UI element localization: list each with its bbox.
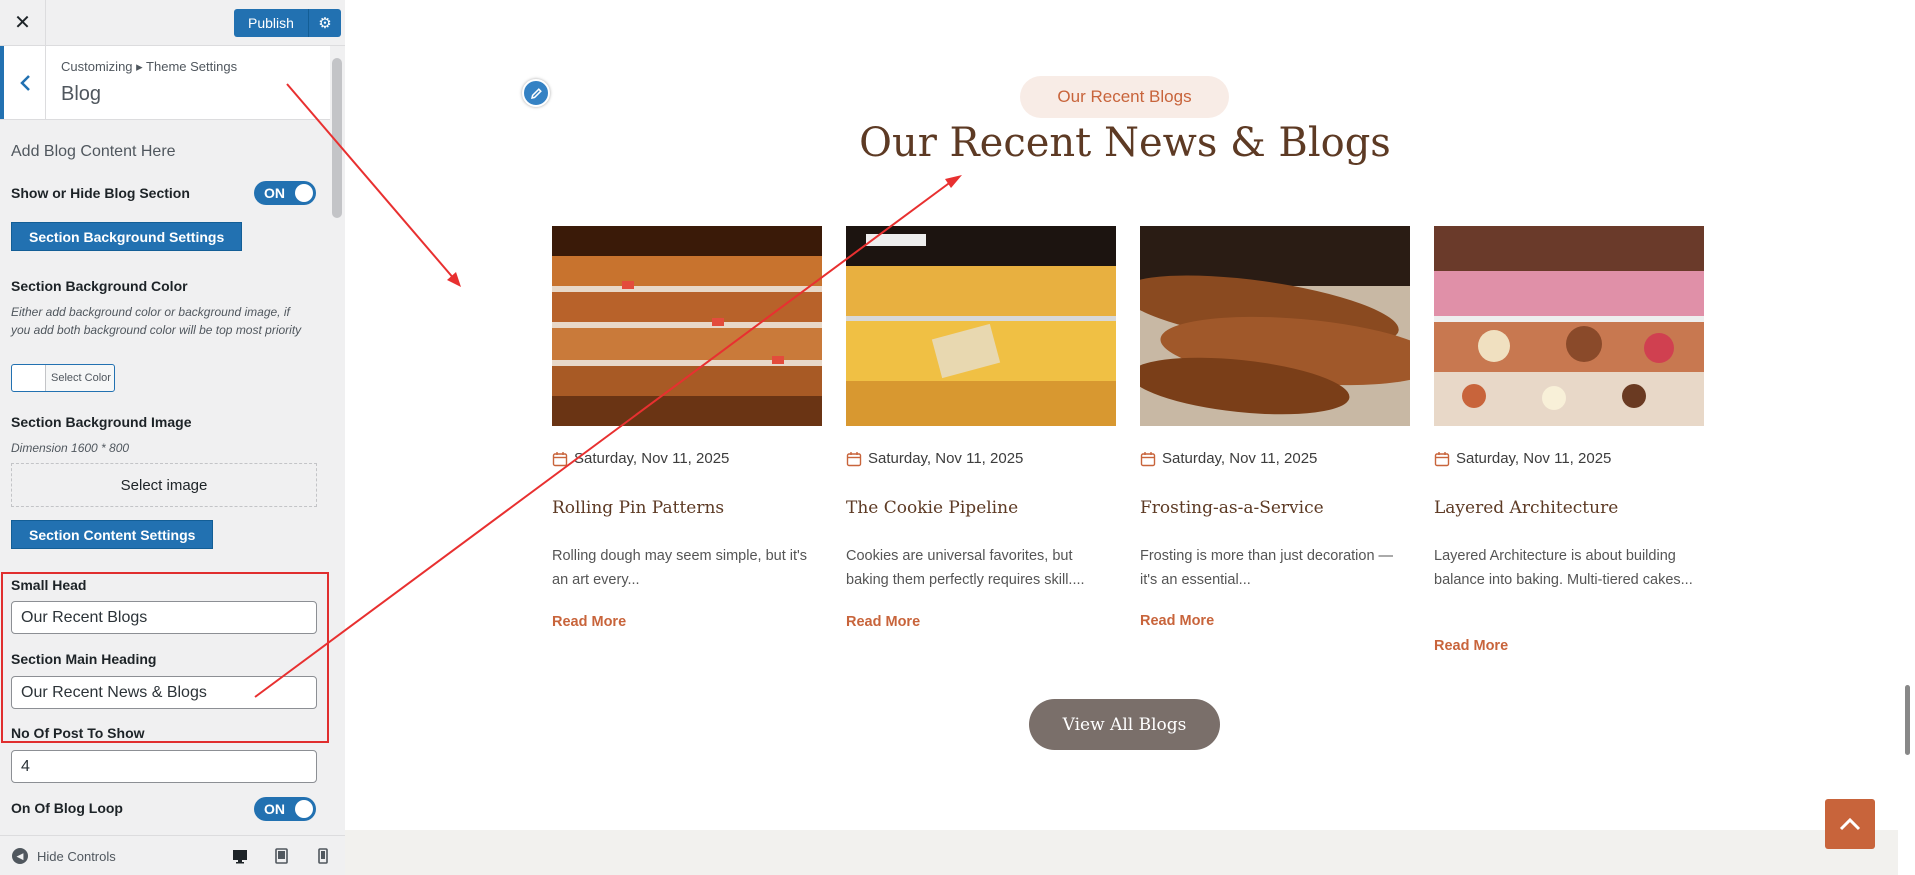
read-more-link[interactable]: Read More	[1140, 613, 1214, 629]
blog-loop-toggle[interactable]: ON	[254, 797, 316, 821]
calendar-icon	[846, 451, 862, 466]
post-excerpt: Cookies are universal favorites, but bak…	[846, 548, 1085, 588]
bg-image-dimension: Dimension 1600 * 800	[11, 441, 130, 455]
post-excerpt: Rolling dough may seem simple, but it's …	[552, 548, 808, 588]
calendar-icon	[552, 451, 568, 466]
read-more-link[interactable]: Read More	[1434, 638, 1508, 654]
show-hide-toggle[interactable]: ON	[254, 181, 316, 205]
post-title[interactable]: Layered Architecture	[1434, 498, 1618, 518]
content-settings-button[interactable]: Section Content Settings	[11, 520, 214, 549]
blog-card: Saturday, Nov 11, 2025 Frosting-as-a-Ser…	[1140, 226, 1410, 629]
hide-controls-button[interactable]: ◀ Hide Controls	[12, 848, 116, 864]
publish-button[interactable]: Publish	[234, 9, 308, 37]
post-title[interactable]: The Cookie Pipeline	[846, 498, 1018, 518]
posts-count-input[interactable]	[11, 750, 317, 783]
post-date-text: Saturday, Nov 11, 2025	[868, 450, 1024, 467]
post-date-text: Saturday, Nov 11, 2025	[1162, 450, 1318, 467]
hide-controls-label: Hide Controls	[37, 848, 116, 864]
read-more-link[interactable]: Read More	[846, 614, 920, 630]
calendar-icon	[1434, 451, 1450, 466]
customizer-header: ✕ Publish ⚙	[0, 0, 345, 46]
select-color-label: Select Color	[51, 372, 111, 384]
bg-image-label: Section Background Image	[11, 414, 192, 430]
cake-display-photo[interactable]	[1434, 226, 1704, 426]
toggle-knob	[295, 184, 313, 202]
collapse-icon: ◀	[12, 848, 28, 864]
small-head-input[interactable]	[11, 601, 317, 634]
mobile-icon[interactable]	[314, 847, 332, 865]
section-title: Blog	[61, 83, 102, 105]
read-more-link[interactable]: Read More	[552, 614, 626, 630]
customizer-footer: ◀ Hide Controls	[0, 835, 345, 875]
blog-main-heading: Our Recent News & Blogs	[859, 120, 1391, 166]
post-date-text: Saturday, Nov 11, 2025	[1456, 450, 1612, 467]
main-heading-label: Section Main Heading	[11, 651, 157, 667]
select-color-button[interactable]: Select Color	[11, 364, 115, 392]
chevron-up-icon	[1839, 817, 1861, 831]
baguettes-photo[interactable]	[1140, 226, 1410, 426]
footer-strip	[345, 830, 1898, 875]
toggle-state: ON	[264, 801, 285, 817]
post-title[interactable]: Rolling Pin Patterns	[552, 498, 724, 518]
customizer-sidebar: ✕ Publish ⚙ Customizing ▸ Theme Settings…	[0, 0, 346, 875]
add-content-heading: Add Blog Content Here	[11, 143, 176, 160]
close-icon: ✕	[14, 12, 31, 34]
publish-settings-button[interactable]: ⚙	[307, 9, 341, 37]
posts-count-label: No Of Post To Show	[11, 725, 145, 741]
pencil-icon	[530, 87, 542, 99]
small-head-label: Small Head	[11, 577, 87, 593]
blog-card: Saturday, Nov 11, 2025 The Cookie Pipeli…	[846, 226, 1116, 630]
bg-color-label: Section Background Color	[11, 278, 188, 294]
blog-card: Saturday, Nov 11, 2025 Layered Architect…	[1434, 226, 1704, 654]
toggle-knob	[295, 800, 313, 818]
post-date: Saturday, Nov 11, 2025	[846, 450, 1023, 467]
show-hide-label: Show or Hide Blog Section	[11, 185, 190, 201]
blog-small-head: Our Recent Blogs	[1020, 76, 1229, 118]
post-date-text: Saturday, Nov 11, 2025	[574, 450, 730, 467]
color-swatch	[12, 365, 46, 391]
publish-group: Publish ⚙	[234, 9, 341, 37]
page-scroll-thumb[interactable]	[1905, 685, 1910, 755]
post-date: Saturday, Nov 11, 2025	[1140, 450, 1317, 467]
select-image-button[interactable]: Select image	[11, 463, 317, 507]
scroll-to-top-button[interactable]	[1825, 799, 1875, 849]
close-customizer-button[interactable]: ✕	[0, 0, 46, 45]
blog-card: Saturday, Nov 11, 2025 Rolling Pin Patte…	[552, 226, 822, 630]
post-title[interactable]: Frosting-as-a-Service	[1140, 498, 1324, 518]
tablet-icon[interactable]	[272, 847, 290, 865]
edit-shortcut-button[interactable]	[522, 79, 550, 107]
pastry-display-photo[interactable]	[846, 226, 1116, 426]
desktop-icon[interactable]	[231, 847, 249, 865]
gear-icon: ⚙	[318, 15, 332, 32]
blog-loop-label: On Of Blog Loop	[11, 800, 123, 816]
bakery-shelves-photo[interactable]	[552, 226, 822, 426]
back-button[interactable]	[0, 46, 46, 119]
main-heading-input[interactable]	[11, 676, 317, 709]
toggle-state: ON	[264, 185, 285, 201]
sidebar-scroll-thumb[interactable]	[332, 58, 342, 218]
breadcrumb: Customizing ▸ Theme Settings	[61, 59, 238, 74]
post-excerpt: Frosting is more than just decoration — …	[1140, 548, 1394, 588]
view-all-blogs-button[interactable]: View All Blogs	[1029, 699, 1220, 750]
chevron-left-icon	[19, 74, 30, 91]
bg-color-description: Either add background color or backgroun…	[11, 305, 302, 337]
post-date: Saturday, Nov 11, 2025	[1434, 450, 1611, 467]
calendar-icon	[1140, 451, 1156, 466]
section-header: Customizing ▸ Theme Settings Blog	[0, 46, 330, 120]
post-date: Saturday, Nov 11, 2025	[552, 450, 729, 467]
post-excerpt: Layered Architecture is about building b…	[1434, 548, 1693, 588]
background-settings-button[interactable]: Section Background Settings	[11, 222, 243, 251]
